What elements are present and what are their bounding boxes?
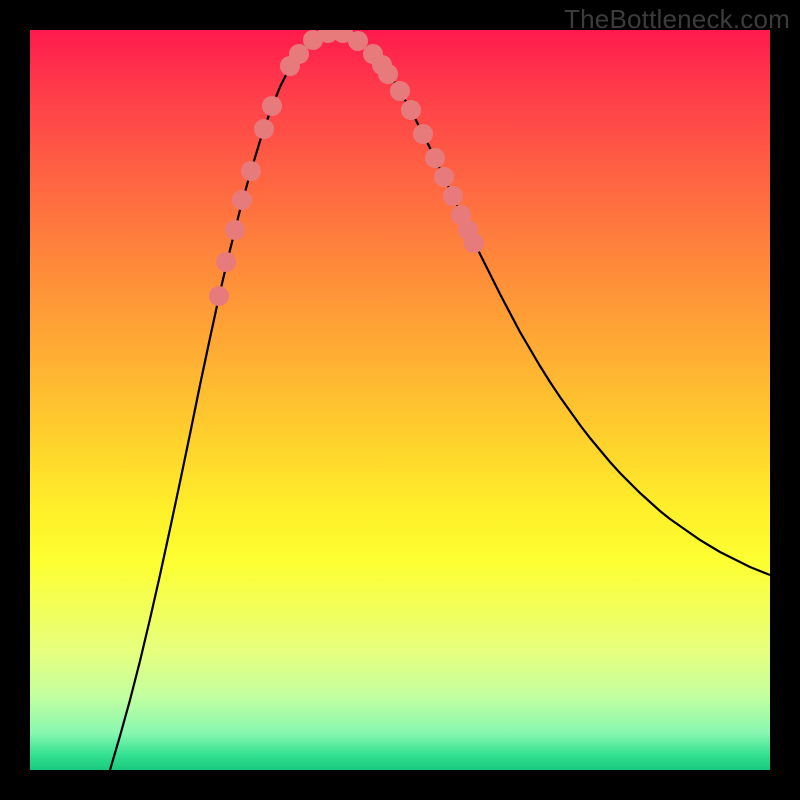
plot-area <box>30 30 770 770</box>
bead-point <box>378 64 398 84</box>
bead-point <box>413 124 433 144</box>
bead-point <box>225 220 245 240</box>
bead-cluster <box>209 30 484 306</box>
bead-point <box>464 233 484 253</box>
plot-svg <box>30 30 770 770</box>
bead-point <box>209 286 229 306</box>
bead-point <box>390 81 410 101</box>
chart-frame: TheBottleneck.com <box>0 0 800 800</box>
bead-point <box>401 100 421 120</box>
bead-point <box>216 252 236 272</box>
bead-point <box>425 148 445 168</box>
bead-point <box>443 186 463 206</box>
bead-point <box>232 190 252 210</box>
bottleneck-curve <box>110 32 770 770</box>
bead-point <box>241 161 261 181</box>
bead-point <box>434 167 454 187</box>
bead-point <box>254 119 274 139</box>
bead-point <box>262 96 282 116</box>
watermark-text: TheBottleneck.com <box>564 4 790 35</box>
